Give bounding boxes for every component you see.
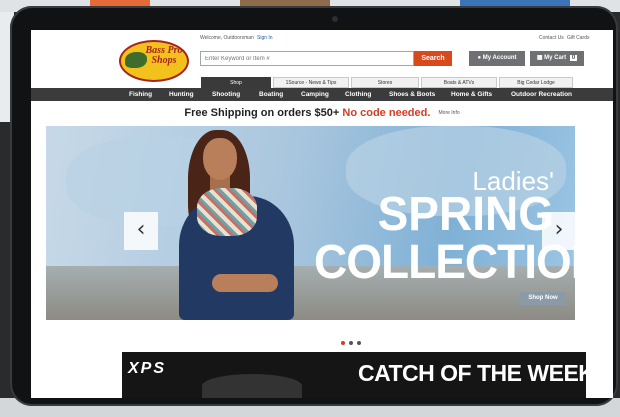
carousel-dot[interactable] bbox=[341, 341, 345, 345]
welcome-text: Welcome, Outdoorsman bbox=[200, 35, 254, 41]
carousel-dot[interactable] bbox=[349, 341, 353, 345]
xps-logo: XPS bbox=[128, 360, 167, 377]
my-cart-button[interactable]: ▦ My Cart 0 bbox=[530, 51, 584, 66]
nav-item-fishing[interactable]: Fishing bbox=[129, 88, 152, 101]
tablet-frame: Welcome, Outdoorsman Sign In Contact Us … bbox=[10, 6, 618, 406]
catch-of-the-week-banner[interactable]: XPS CATCH OF THE WEEK bbox=[122, 352, 586, 398]
chevron-right-icon: › bbox=[554, 217, 564, 242]
camera-icon bbox=[332, 16, 338, 22]
carousel-dot[interactable] bbox=[357, 341, 361, 345]
catch-of-the-week-title: CATCH OF THE WEEK bbox=[358, 360, 586, 386]
carousel-next-button[interactable]: › bbox=[542, 212, 575, 250]
tab-boats-atvs[interactable]: Boats & ATVs bbox=[421, 77, 497, 88]
model-face bbox=[203, 138, 237, 180]
nav-item-hunting[interactable]: Hunting bbox=[169, 88, 194, 101]
bass-pro-shops-logo[interactable]: Bass Pro Shops bbox=[119, 40, 189, 82]
nav-item-home-gifts[interactable]: Home & Gifts bbox=[451, 88, 492, 101]
tab-shop[interactable]: Shop bbox=[201, 77, 271, 88]
more-info-link[interactable]: More Info bbox=[439, 110, 460, 116]
sunglasses-image bbox=[202, 374, 302, 398]
free-shipping-banner: Free Shipping on orders $50+ No code nee… bbox=[31, 107, 613, 119]
tab-stores[interactable]: Stores bbox=[351, 77, 419, 88]
sign-in-link[interactable]: Sign In bbox=[257, 35, 273, 41]
contact-us-link[interactable]: Contact Us bbox=[539, 35, 564, 41]
cart-icon: ▦ bbox=[536, 55, 543, 61]
hero-title-spring: SPRING bbox=[377, 185, 554, 241]
nav-item-outdoor-recreation[interactable]: Outdoor Recreation bbox=[511, 88, 572, 101]
hero-carousel: Ladies' SPRING COLLECTION Shop Now ‹ › bbox=[46, 126, 575, 320]
model-arm bbox=[212, 274, 278, 292]
hero-title-collection: COLLECTION bbox=[314, 233, 575, 289]
my-cart-label: My Cart bbox=[544, 55, 567, 61]
shipping-text: Free Shipping on orders $50+ bbox=[184, 107, 340, 119]
chevron-left-icon: ‹ bbox=[136, 217, 146, 242]
shipping-highlight: No code needed. bbox=[342, 107, 431, 119]
gift-cards-link[interactable]: Gift Cards bbox=[567, 35, 590, 41]
nav-item-camping[interactable]: Camping bbox=[301, 88, 329, 101]
my-account-label: My Account bbox=[482, 55, 517, 61]
shop-now-button[interactable]: Shop Now bbox=[520, 292, 566, 305]
cart-count-badge: 0 bbox=[569, 55, 578, 61]
nav-item-shoes-boots[interactable]: Shoes & Boots bbox=[389, 88, 435, 101]
browser-screen: Welcome, Outdoorsman Sign In Contact Us … bbox=[31, 30, 613, 398]
category-nav: Fishing Hunting Shooting Boating Camping… bbox=[31, 88, 613, 101]
search-button[interactable]: Search bbox=[414, 51, 452, 66]
tab-1source[interactable]: 1Source - News & Tips bbox=[273, 77, 349, 88]
carousel-dots bbox=[341, 341, 371, 347]
nav-item-shooting[interactable]: Shooting bbox=[212, 88, 240, 101]
carousel-prev-button[interactable]: ‹ bbox=[124, 212, 158, 250]
nav-item-boating[interactable]: Boating bbox=[259, 88, 283, 101]
tab-big-cedar-lodge[interactable]: Big Cedar Lodge bbox=[499, 77, 573, 88]
nav-item-clothing[interactable]: Clothing bbox=[345, 88, 371, 101]
logo-text: Bass Pro Shops bbox=[145, 45, 183, 66]
search-input[interactable] bbox=[200, 51, 414, 66]
my-account-button[interactable]: ● My Account bbox=[469, 51, 525, 66]
model-scarf bbox=[197, 188, 257, 236]
user-icon: ● bbox=[477, 55, 482, 61]
